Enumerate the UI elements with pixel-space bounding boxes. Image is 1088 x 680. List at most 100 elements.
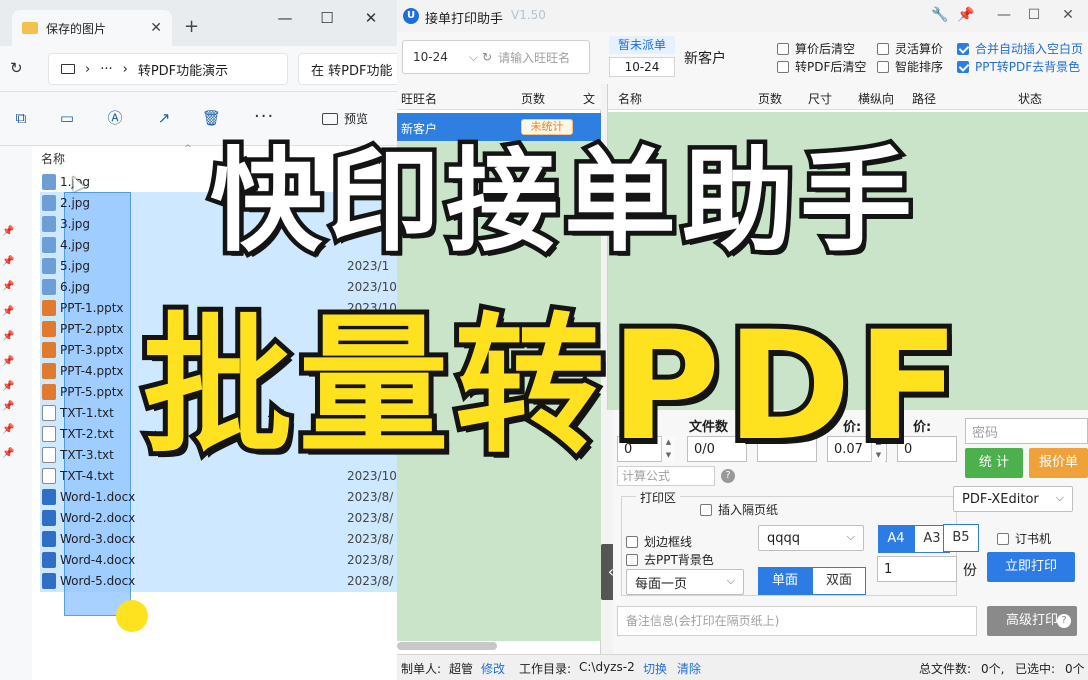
date-chevron-icon[interactable]: ⌵ — [469, 50, 478, 65]
file-row[interactable]: TXT-4.txt 2023/10 — [42, 466, 397, 486]
printer-select[interactable]: qqqq ⌵ — [758, 525, 864, 551]
page-count-stepper[interactable]: ▲ ▼ — [661, 436, 675, 462]
formula-help-icon[interactable]: ? — [721, 469, 735, 483]
refresh-icon[interactable]: ↻ — [10, 59, 23, 77]
column-header-orientation[interactable]: 横纵向 — [858, 90, 894, 107]
checkbox-box[interactable] — [626, 535, 638, 548]
option-checkbox[interactable]: 算价后清空 — [777, 40, 855, 57]
close-window-button[interactable]: ✕ — [356, 9, 386, 27]
formula-input[interactable]: 计算公式 — [617, 466, 715, 486]
option-checkbox[interactable]: 灵活算价 — [877, 40, 943, 57]
preview-button[interactable]: 预览 — [322, 110, 368, 127]
delete-icon[interactable]: 🗑 — [202, 109, 221, 127]
file-row[interactable]: Word-1.docx 2023/8/ — [42, 487, 393, 507]
spin-down-icon[interactable]: ▼ — [662, 449, 675, 462]
paper-b5-button[interactable]: B5 — [943, 524, 979, 552]
checkbox-box[interactable] — [957, 42, 969, 55]
column-header-path[interactable]: 路径 — [912, 90, 936, 107]
file-row[interactable]: 1.jpg — [42, 172, 392, 192]
close-window-button[interactable]: ✕ — [1057, 7, 1079, 23]
password-input[interactable]: 密码 — [965, 418, 1088, 444]
unit-price-stepper[interactable]: ▲ ▼ — [871, 436, 885, 462]
date-refresh-icon[interactable]: ↻ — [482, 50, 492, 64]
address-path[interactable]: › ··· › 转PDF功能演示 — [48, 53, 288, 85]
option-checkbox[interactable]: 智能排序 — [877, 58, 943, 75]
file-row[interactable]: PPT-4.pptx — [42, 361, 392, 381]
edit-maker-link[interactable]: 修改 — [481, 660, 505, 677]
checkbox-box[interactable] — [877, 42, 889, 55]
file-row[interactable]: Word-3.docx 2023/8/ — [42, 529, 393, 549]
paper-a4-button[interactable]: A4 — [878, 525, 914, 553]
file-row[interactable]: 4.jpg — [42, 235, 392, 255]
layout-select[interactable]: 每面一页 ⌵ — [626, 569, 744, 595]
wangwang-search-input[interactable]: 请输入旺旺名 — [498, 49, 570, 66]
clear-workdir-link[interactable]: 清除 — [677, 660, 701, 677]
file-row[interactable]: Word-2.docx 2023/8/ — [42, 508, 393, 528]
checkbox-box[interactable] — [957, 60, 969, 73]
column-header-modified[interactable]: 修改日期 — [346, 150, 394, 167]
remove-ppt-bg-checkbox[interactable]: 去PPT背景色 — [626, 551, 714, 568]
checkbox-box[interactable] — [777, 42, 789, 55]
column-header-name[interactable]: 名称 — [41, 150, 65, 167]
double-side-button[interactable]: 双面 — [812, 567, 866, 595]
pdf-editor-select[interactable]: PDF-XEditor ⌵ — [953, 486, 1073, 512]
print-now-button[interactable]: 立即打印 — [987, 552, 1075, 582]
column-header-file[interactable]: 文 — [583, 90, 595, 107]
file-row[interactable]: Word-5.docx 2023/8/ — [42, 571, 393, 591]
option-checkbox[interactable]: 转PDF后清空 — [777, 58, 866, 75]
copies-field[interactable]: 1 — [877, 556, 957, 582]
path-more-button[interactable]: ··· — [100, 62, 112, 77]
explorer-tab[interactable]: 保存的图片 ✕ — [12, 10, 172, 46]
new-tab-button[interactable]: + — [184, 16, 199, 37]
file-row[interactable]: 2.jpg — [42, 193, 392, 213]
column-header-status[interactable]: 状态 — [1018, 90, 1042, 107]
file-row[interactable]: 6.jpg 2023/10 — [42, 277, 397, 297]
explorer-search-input[interactable]: 在 转PDF功能 — [298, 53, 408, 85]
column-header-name[interactable]: 名称 — [618, 90, 642, 107]
spin-up-icon[interactable]: ▲ — [662, 436, 675, 449]
minimize-button[interactable]: — — [993, 7, 1015, 23]
column-header-wangwang[interactable]: 旺旺名 — [401, 90, 437, 107]
paste-icon[interactable]: ▭ — [58, 109, 76, 127]
spin-up-icon[interactable]: ▲ — [872, 436, 885, 449]
maximize-button[interactable]: ☐ — [312, 9, 342, 27]
stats-button[interactable]: 统 计 — [965, 448, 1023, 478]
file-row[interactable]: PPT-3.pptx — [42, 340, 392, 360]
file-row[interactable]: PPT-5.pptx — [42, 382, 392, 402]
file-row[interactable]: Word-4.docx 2023/8/ — [42, 550, 393, 570]
path-folder[interactable]: 转PDF功能演示 — [138, 60, 228, 79]
column-header-size[interactable]: 尺寸 — [808, 90, 832, 107]
share-icon[interactable]: ↗ — [155, 109, 173, 127]
file-row[interactable]: TXT-3.txt — [42, 445, 392, 465]
option-checkbox[interactable]: PPT转PDF去背景色 — [957, 58, 1080, 75]
horizontal-scrollbar[interactable] — [397, 642, 497, 650]
insert-separator-checkbox[interactable]: 插入隔页纸 — [700, 501, 778, 518]
copy-icon[interactable]: ⧉ — [12, 109, 30, 127]
file-row[interactable]: 5.jpg 2023/1 — [42, 256, 392, 276]
checkbox-box[interactable] — [777, 60, 789, 73]
checkbox-box[interactable] — [626, 553, 638, 566]
close-tab-icon[interactable]: ✕ — [150, 20, 162, 36]
spin-down-icon[interactable]: ▼ — [872, 449, 885, 462]
switch-workdir-link[interactable]: 切换 — [643, 660, 667, 677]
more-options-button[interactable]: ··· — [254, 106, 274, 127]
date-picker[interactable]: 10-24 ⌵ ↻ 请输入旺旺名 — [402, 40, 590, 74]
quote-button[interactable]: 报价单 — [1029, 448, 1088, 478]
pin-window-icon[interactable]: 📌 — [955, 7, 977, 23]
file-row[interactable]: TXT-2.txt — [42, 424, 392, 444]
column-header-pages[interactable]: 页数 — [521, 90, 545, 107]
checkbox-box[interactable] — [877, 60, 889, 73]
booklet-checkbox[interactable]: 订书机 — [997, 530, 1051, 547]
column-header-pages[interactable]: 页数 — [758, 90, 782, 107]
file-row[interactable]: PPT-1.pptx 2023/10 — [42, 298, 397, 318]
file-row[interactable]: PPT-2.pptx — [42, 319, 392, 339]
minimize-button[interactable]: — — [270, 9, 300, 27]
rename-icon[interactable]: Ⓐ — [106, 109, 124, 127]
border-line-checkbox[interactable]: 划边框线 — [626, 533, 692, 550]
customer-row[interactable]: 新客户 未统计 — [397, 113, 601, 141]
option-checkbox[interactable]: 合并自动插入空白页 — [957, 40, 1083, 57]
maximize-button[interactable]: ☐ — [1023, 7, 1045, 23]
settings-wrench-icon[interactable]: 🔧 — [929, 7, 951, 23]
unassigned-orders-button[interactable]: 暂未派单 — [609, 36, 675, 54]
checkbox-box[interactable] — [997, 532, 1009, 545]
